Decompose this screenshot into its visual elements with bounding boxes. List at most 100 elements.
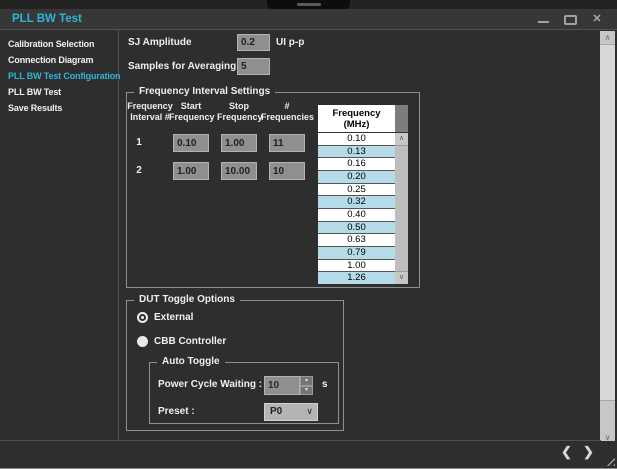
chevron-down-icon: ∨	[306, 406, 313, 417]
sidebar-item-calibration-selection[interactable]: Calibration Selection	[0, 36, 118, 52]
bottom-bar: ❮ ❯	[0, 441, 617, 468]
drag-handle-icon	[297, 3, 321, 6]
titlebar: PLL BW Test ✕	[0, 9, 617, 30]
frequency-table-scrollbar[interactable]: ∧ ∨	[395, 105, 408, 284]
frequency-table-scrollbar-thumb[interactable]	[395, 145, 408, 272]
spinner-down-icon: ▼	[304, 388, 309, 393]
spinner-down-button[interactable]: ▼	[300, 386, 313, 396]
interval-2-stop-input[interactable]	[221, 162, 257, 180]
table-row[interactable]: 1.26	[318, 272, 395, 284]
interval-2-number: 2	[131, 165, 147, 176]
dut-toggle-options-group: DUT Toggle Options External CBB Controll…	[126, 300, 344, 431]
power-cycle-waiting-spinner: ▲ ▼	[264, 376, 313, 395]
dut-toggle-options-title: DUT Toggle Options	[134, 294, 240, 305]
table-row[interactable]: 1.00	[318, 260, 395, 273]
table-row[interactable]: 0.40	[318, 209, 395, 222]
samples-for-averaging-input[interactable]	[237, 58, 270, 75]
column-header-stop-frequency: Stop Frequency	[217, 101, 261, 123]
preset-label: Preset :	[158, 406, 195, 417]
sidebar-item-connection-diagram[interactable]: Connection Diagram	[0, 52, 118, 68]
window-drag-tab[interactable]	[267, 0, 350, 9]
power-cycle-waiting-input[interactable]	[264, 376, 300, 395]
maximize-icon	[564, 15, 577, 25]
frequency-table-header-line: (MHz)	[344, 119, 370, 130]
interval-1-start-input[interactable]	[173, 134, 209, 152]
content-panel: SJ Amplitude UI p-p Samples for Averagin…	[120, 30, 600, 440]
scroll-up-icon[interactable]: ∧	[395, 133, 408, 145]
window-title: PLL BW Test	[12, 13, 82, 25]
frequency-interval-settings-title: Frequency Interval Settings	[134, 86, 275, 97]
sidebar: Calibration Selection Connection Diagram…	[0, 30, 119, 440]
minimize-icon	[538, 21, 549, 23]
minimize-button[interactable]	[535, 12, 551, 28]
column-header-start-frequency: Start Frequency	[169, 101, 213, 123]
column-header-line: Start	[181, 101, 202, 111]
table-row[interactable]: 0.10	[318, 133, 395, 146]
frequency-interval-settings-group: Frequency Interval Settings Frequency In…	[126, 92, 420, 288]
close-button[interactable]: ✕	[589, 12, 605, 28]
power-cycle-waiting-label: Power Cycle Waiting :	[158, 379, 262, 390]
maximize-button[interactable]	[562, 12, 578, 28]
scroll-down-icon[interactable]: ∨	[395, 272, 408, 284]
frequency-table-scrollbar-header	[395, 105, 408, 133]
sidebar-item-save-results[interactable]: Save Results	[0, 100, 118, 116]
sidebar-item-pll-bw-test-configuration[interactable]: PLL BW Test Configuration	[0, 68, 118, 84]
cbb-controller-radio-label: CBB Controller	[154, 336, 226, 347]
column-header-line: Stop	[229, 101, 249, 111]
frequency-table: Frequency (MHz) 0.10 0.13 0.16 0.20 0.25…	[318, 105, 408, 284]
nav-next-button[interactable]: ❯	[583, 444, 594, 460]
sidebar-item-pll-bw-test[interactable]: PLL BW Test	[0, 84, 118, 100]
external-radio[interactable]	[137, 312, 148, 323]
nav-previous-button[interactable]: ❮	[561, 444, 572, 460]
column-header-line: Frequency	[127, 101, 173, 111]
column-header-line: Interval #	[130, 112, 170, 122]
cbb-controller-radio-row: CBB Controller	[137, 336, 226, 347]
table-row[interactable]: 0.50	[318, 222, 395, 235]
interval-1-count-input[interactable]	[269, 134, 305, 152]
table-row[interactable]: 0.16	[318, 158, 395, 171]
external-radio-label: External	[154, 312, 193, 323]
window-controls: ✕	[535, 9, 605, 30]
pll-bw-test-window: PLL BW Test ✕ Calibration Selection Conn…	[0, 0, 617, 469]
spinner-up-button[interactable]: ▲	[300, 376, 313, 386]
table-row[interactable]: 0.79	[318, 247, 395, 260]
power-cycle-waiting-spin-buttons: ▲ ▼	[300, 376, 313, 395]
spinner-up-icon: ▲	[304, 378, 309, 383]
frequency-table-main: Frequency (MHz) 0.10 0.13 0.16 0.20 0.25…	[318, 105, 395, 284]
external-radio-row: External	[137, 312, 193, 323]
column-header-line: Frequency	[217, 112, 263, 122]
table-row[interactable]: 0.20	[318, 171, 395, 184]
frequency-table-scrollbar-track[interactable]: ∧ ∨	[395, 133, 408, 284]
column-header-line: Frequency	[169, 112, 215, 122]
close-icon: ✕	[592, 14, 601, 25]
preset-dropdown[interactable]: P0 ∨	[264, 403, 318, 421]
frequency-table-header-line: Frequency	[332, 108, 380, 119]
table-row[interactable]: 0.63	[318, 234, 395, 247]
table-row[interactable]: 0.25	[318, 184, 395, 197]
sj-amplitude-unit: UI p-p	[276, 37, 304, 48]
column-header-line: #	[284, 101, 289, 111]
interval-2-start-input[interactable]	[173, 162, 209, 180]
power-cycle-waiting-unit: s	[322, 379, 328, 390]
samples-for-averaging-label: Samples for Averaging	[128, 61, 236, 72]
table-row[interactable]: 0.13	[318, 146, 395, 159]
interval-2-count-input[interactable]	[269, 162, 305, 180]
auto-toggle-group: Auto Toggle Power Cycle Waiting : ▲ ▼ s …	[149, 362, 339, 424]
sj-amplitude-label: SJ Amplitude	[128, 37, 192, 48]
interval-1-stop-input[interactable]	[221, 134, 257, 152]
window-top-strip	[0, 0, 617, 9]
interval-1-number: 1	[131, 137, 147, 148]
resize-grip[interactable]	[603, 454, 615, 466]
table-row[interactable]: 0.32	[318, 196, 395, 209]
scroll-up-icon[interactable]: ∧	[600, 31, 615, 44]
column-header-frequency-interval: Frequency Interval #	[127, 101, 173, 123]
frequency-table-body: 0.10 0.13 0.16 0.20 0.25 0.32 0.40 0.50 …	[318, 133, 395, 284]
cbb-controller-radio[interactable]	[137, 336, 148, 347]
column-header-num-frequencies: # Frequencies	[261, 101, 313, 123]
auto-toggle-title: Auto Toggle	[157, 356, 225, 367]
main-scrollbar[interactable]: ∧ ∨	[600, 31, 615, 444]
sj-amplitude-input[interactable]	[237, 34, 270, 51]
preset-dropdown-value: P0	[270, 406, 282, 417]
column-header-line: Frequencies	[261, 112, 314, 122]
main-scrollbar-thumb[interactable]	[600, 44, 615, 401]
